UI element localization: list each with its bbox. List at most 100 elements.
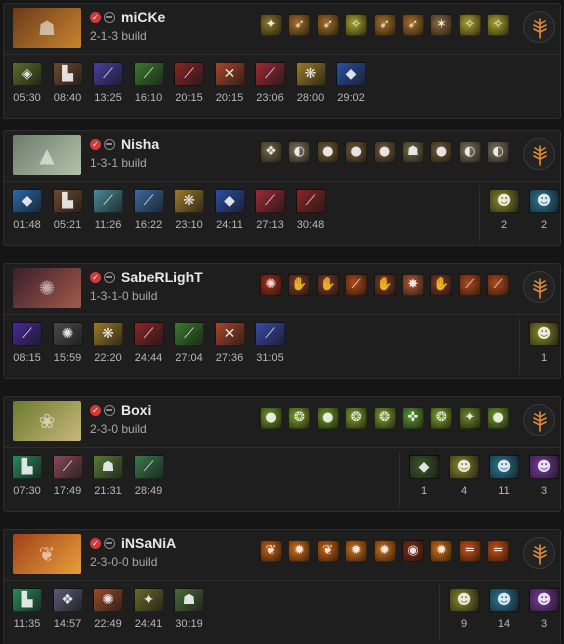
fury-swipes-icon[interactable]: ✋ — [430, 274, 453, 296]
bushwhack-icon[interactable]: ❂ — [345, 407, 368, 429]
tree-dance-icon[interactable]: ✧ — [487, 14, 510, 36]
toss-icon[interactable]: ◐ — [487, 141, 510, 163]
acorn-shot-icon[interactable]: ● — [316, 407, 339, 429]
heart-of-tarrasque-icon[interactable]: ☗ — [174, 588, 204, 612]
neutral-token-tier3-icon[interactable]: ☻ — [529, 588, 559, 612]
bfury-icon[interactable]: ✕ — [214, 322, 245, 346]
player-card[interactable]: ☗ ✓ miCKe 2-1-3 build ✦ ➶ ➶ ✧ ➶ ➶ ✶ ✧ ✧ ◈ 05:30 ▙ 08:40 ⟋… — [3, 3, 561, 119]
echo-sabre-icon[interactable]: ⟋ — [93, 62, 123, 86]
player-card[interactable]: ▲ ✓ Nisha 1-3-1 build ❖ ◐ ● ● ● ☗ ● ◐ ◐ ◆ 01:48 ▙ 05:21 ⟋… — [3, 130, 561, 246]
player-card[interactable]: ❀ ✓ Boxi 2-3-0 build ● ❂ ● ❂ ❂ ✜ ❂ ✦ ● ▙ 07:30 ⟋ 17:49 ☗ 2… — [3, 396, 561, 512]
butterfly-icon[interactable]: ❋ — [295, 62, 326, 86]
talent-tree-icon[interactable] — [523, 271, 555, 303]
mage-slayer-icon[interactable]: ⟋ — [133, 62, 164, 86]
player-card[interactable]: ✺ ✓ SabeRLighT 1-3-1-0 build ✺ ✋ ✋ ⟋ ✋ ✸ ✋ ⟋ ⟋ ⟋ 08:15… — [3, 263, 561, 379]
abyssal-blade-icon[interactable]: ⟋ — [133, 322, 164, 346]
tree-grab-icon[interactable]: ● — [345, 141, 368, 163]
fury-swipes-icon[interactable]: ✋ — [316, 274, 339, 296]
fire-spirits-icon[interactable]: ✹ — [430, 540, 453, 562]
ursa-portrait[interactable]: ✺ — [13, 268, 81, 308]
player-name[interactable]: SabeRLighT — [121, 269, 203, 285]
ghost-scepter-icon[interactable]: ☗ — [93, 455, 123, 479]
tree-dance-icon[interactable]: ✧ — [345, 14, 368, 36]
tranquil-boots-icon[interactable]: ▙ — [12, 455, 42, 479]
quelling-blade-icon[interactable]: ◈ — [12, 62, 42, 86]
power-treads-icon[interactable]: ▙ — [52, 62, 83, 86]
fire-spirits-icon[interactable]: ✹ — [288, 540, 311, 562]
tiny-grow-icon[interactable]: ☗ — [402, 141, 424, 163]
diffusal-blade-icon[interactable]: ⟋ — [12, 322, 42, 346]
phase-boots-icon[interactable]: ▙ — [52, 189, 83, 213]
fury-swipes-icon[interactable]: ✋ — [288, 274, 311, 296]
boundless-strike-icon[interactable]: ➶ — [316, 14, 339, 36]
supernova-icon[interactable]: ◉ — [402, 540, 424, 562]
sun-ray-icon[interactable]: ═ — [458, 540, 481, 562]
neutral-token-tier2-icon[interactable]: ☻ — [489, 455, 519, 479]
blink-dagger-icon[interactable]: ⟋ — [93, 189, 123, 213]
neutral-item-tier0-icon[interactable]: ◆ — [409, 455, 439, 479]
avalanche-icon[interactable]: ❖ — [260, 141, 282, 163]
icarus-dive-icon[interactable]: ❦ — [316, 540, 339, 562]
fury-swipes-icon[interactable]: ✋ — [373, 274, 396, 296]
earthshock-icon[interactable]: ✺ — [260, 274, 282, 296]
tiny-portrait[interactable]: ▲ — [13, 135, 81, 175]
tree-grab-icon[interactable]: ● — [316, 141, 339, 163]
overpower-icon[interactable]: ⟋ — [345, 274, 368, 296]
toss-icon[interactable]: ◐ — [458, 141, 481, 163]
overpower-icon[interactable]: ⟋ — [458, 274, 481, 296]
talent-tree-icon[interactable] — [523, 138, 555, 170]
primal-spring-icon[interactable]: ✶ — [430, 14, 453, 36]
magic-wand-icon[interactable]: ◆ — [12, 189, 42, 213]
enrage-icon[interactable]: ✸ — [402, 274, 424, 296]
echo-sabre-icon[interactable]: ⟋ — [133, 189, 164, 213]
desolator-icon[interactable]: ⟋ — [174, 62, 204, 86]
neutral-token-tier1-icon[interactable]: ☻ — [449, 455, 479, 479]
skull-basher-icon[interactable]: ✺ — [52, 322, 83, 346]
talent-tree-icon[interactable] — [523, 11, 555, 43]
veil-of-discord-icon[interactable]: ❖ — [52, 588, 83, 612]
acorn-shot-icon[interactable]: ● — [260, 407, 282, 429]
neutral-token-tier1-icon[interactable]: ☻ — [529, 322, 559, 346]
satanic-icon[interactable]: ⟋ — [295, 189, 326, 213]
shivas-guard-icon[interactable]: ✺ — [93, 588, 123, 612]
neutral-token-tier2-icon[interactable]: ☻ — [529, 189, 559, 213]
toss-icon[interactable]: ◐ — [288, 141, 311, 163]
phoenix-portrait[interactable]: ❦ — [13, 534, 81, 574]
black-king-bar-icon[interactable]: ◆ — [214, 189, 245, 213]
overpower-icon[interactable]: ⟋ — [487, 274, 510, 296]
sun-ray-icon[interactable]: ═ — [487, 540, 510, 562]
talent-tree-icon[interactable] — [523, 537, 555, 569]
bushwhack-icon[interactable]: ❂ — [430, 407, 453, 429]
neutral-token-tier1-icon[interactable]: ☻ — [489, 189, 519, 213]
tree-grab-icon[interactable]: ● — [430, 141, 453, 163]
black-king-bar-icon[interactable]: ◆ — [336, 62, 366, 86]
talent-tree-icon[interactable] — [523, 404, 555, 436]
boundless-strike-icon[interactable]: ➶ — [288, 14, 311, 36]
player-name[interactable]: iNSaNiA — [121, 535, 176, 551]
tree-grab-icon[interactable]: ● — [373, 141, 396, 163]
fire-spirits-icon[interactable]: ✹ — [345, 540, 368, 562]
acorn-shot-icon[interactable]: ● — [487, 407, 510, 429]
player-card[interactable]: ❦ ✓ iNSaNiA 2-3-0-0 build ❦ ✹ ❦ ✹ ✹ ◉ ✹ ═ ═ ▙ 11:35 ❖ 14… — [3, 529, 561, 644]
neutral-token-tier3-icon[interactable]: ☻ — [529, 455, 559, 479]
tranquil-boots-icon[interactable]: ▙ — [12, 588, 42, 612]
player-name[interactable]: Nisha — [121, 136, 159, 152]
boundless-strike-icon[interactable]: ➶ — [402, 14, 424, 36]
rod-of-atos-icon[interactable]: ⟋ — [133, 455, 164, 479]
daedalus-icon[interactable]: ⟋ — [255, 189, 285, 213]
sharpshooter-icon[interactable]: ✜ — [402, 407, 424, 429]
daedalus-icon[interactable]: ⟋ — [255, 62, 285, 86]
player-name[interactable]: Boxi — [121, 402, 151, 418]
butterfly-icon[interactable]: ❋ — [93, 322, 123, 346]
scurry-icon[interactable]: ✦ — [458, 407, 481, 429]
icarus-dive-icon[interactable]: ❦ — [260, 540, 282, 562]
jingu-mastery-icon[interactable]: ✦ — [260, 14, 282, 36]
spirit-vessel-icon[interactable]: ✦ — [133, 588, 164, 612]
assault-cuirass-icon[interactable]: ❋ — [174, 189, 204, 213]
neutral-token-tier1-icon[interactable]: ☻ — [449, 588, 479, 612]
skadi-icon[interactable]: ⟋ — [255, 322, 285, 346]
hoodwink-portrait[interactable]: ❀ — [13, 401, 81, 441]
mage-slayer-icon[interactable]: ⟋ — [174, 322, 204, 346]
bfury-icon[interactable]: ✕ — [214, 62, 245, 86]
force-staff-icon[interactable]: ⟋ — [52, 455, 83, 479]
